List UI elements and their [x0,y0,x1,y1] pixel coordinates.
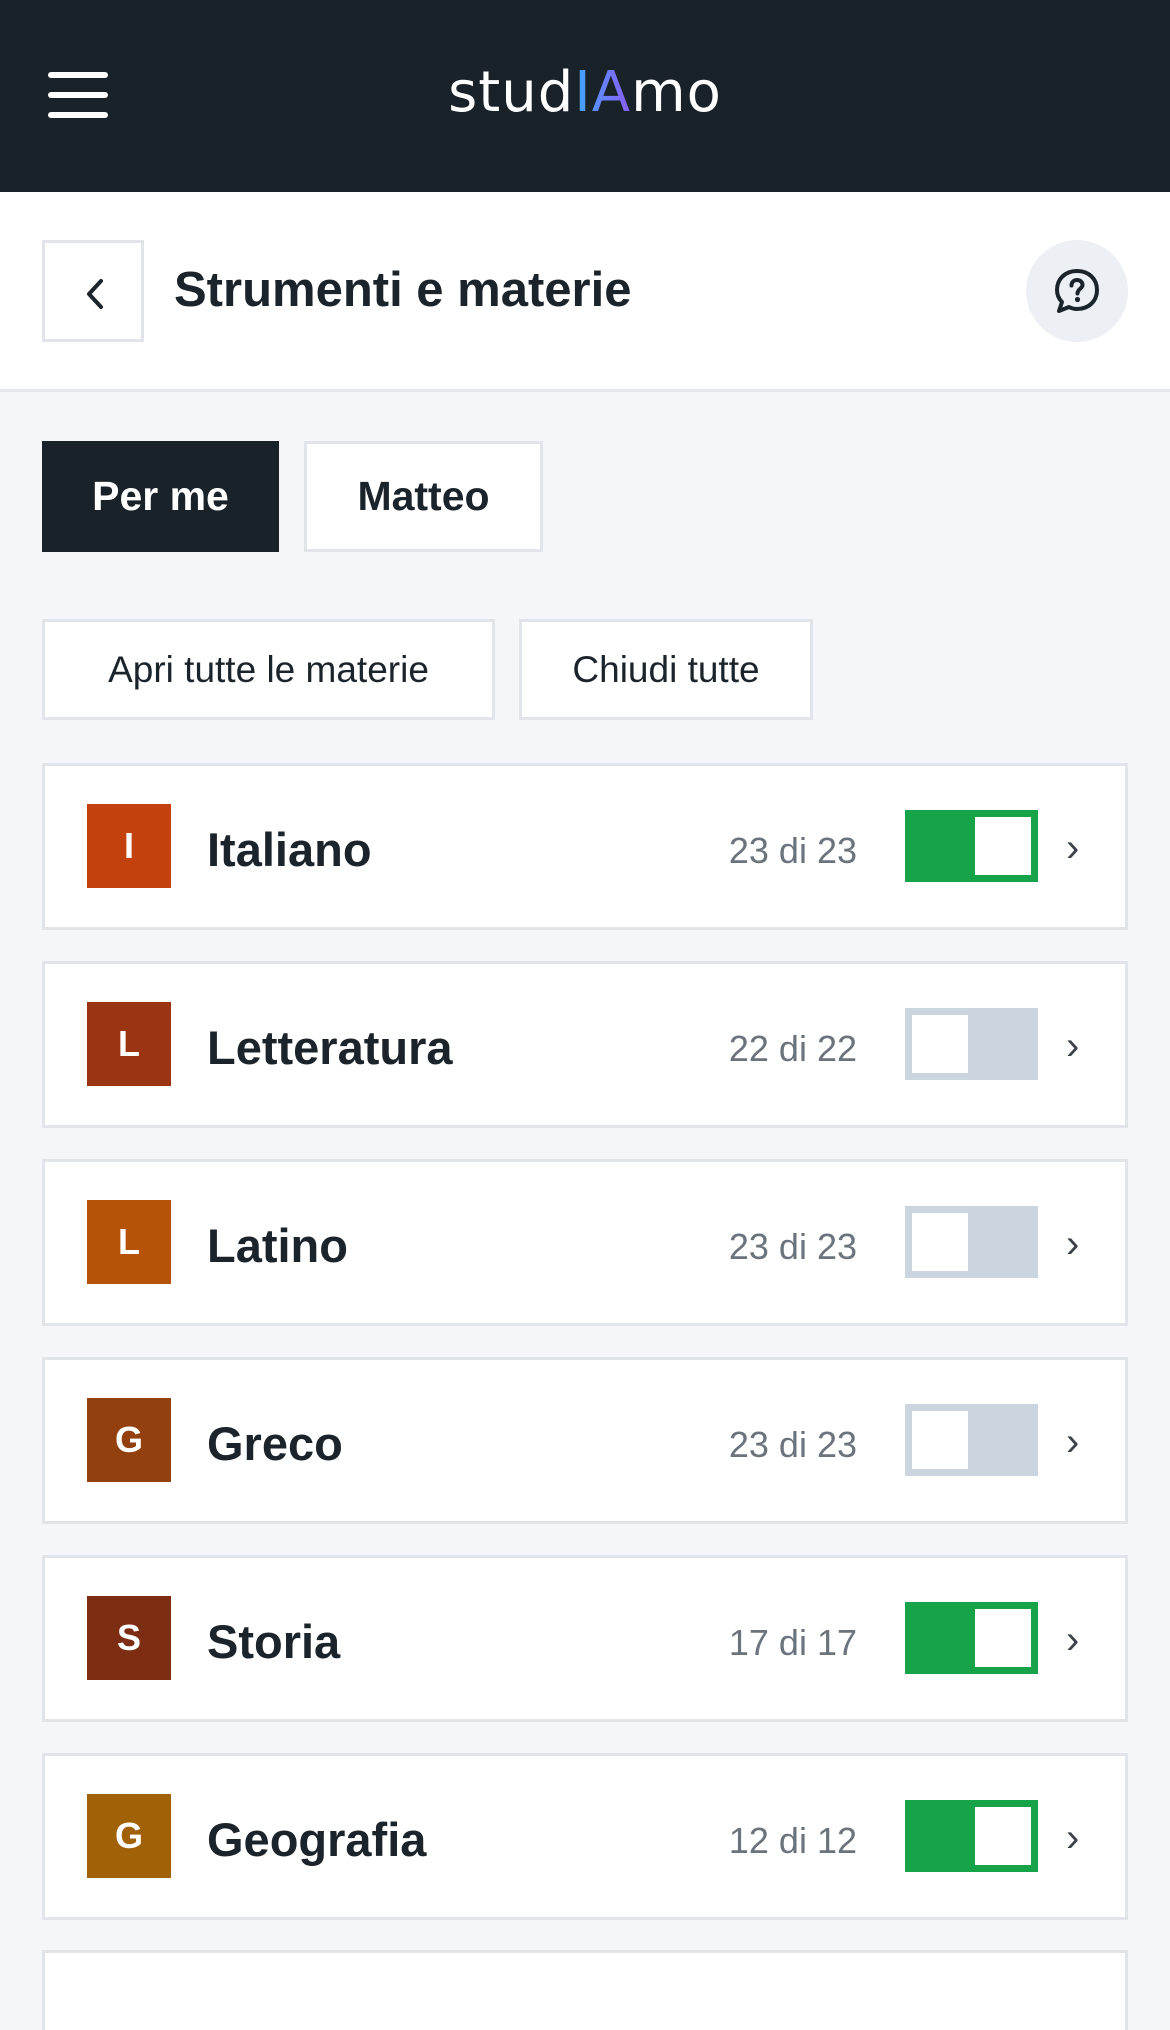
subject-badge: S [87,1596,171,1680]
subject-row-geografia[interactable]: G Geografia 12 di 12 › [42,1753,1128,1920]
chevron-right-icon[interactable]: › [1066,1222,1079,1267]
chevron-right-icon[interactable]: › [1066,826,1079,871]
subject-toggle[interactable] [905,1404,1038,1476]
chevron-right-icon[interactable]: › [1066,1816,1079,1861]
page-header: Strumenti e materie [0,192,1170,392]
subject-badge: G [87,1794,171,1878]
top-bar: studIAmo [0,0,1170,192]
chevron-right-icon[interactable]: › [1066,1618,1079,1663]
tab-per-me[interactable]: Per me [42,441,279,552]
chevron-right-icon[interactable]: › [1066,1420,1079,1465]
subject-count: 22 di 22 [728,1028,857,1069]
subject-name: Geografia [207,1813,427,1866]
toggle-knob [975,817,1031,875]
subject-count: 23 di 23 [728,1424,857,1465]
subject-row-letteratura[interactable]: L Letteratura 22 di 22 › [42,961,1128,1128]
subject-badge: G [87,1398,171,1482]
subject-count: 23 di 23 [728,830,857,871]
subject-count: 17 di 17 [728,1622,857,1663]
subject-badge: I [87,804,171,888]
subject-name: Italiano [207,823,372,876]
subject-name: Latino [207,1219,348,1272]
chevron-left-icon [87,279,103,309]
logo-prefix: stud [448,60,575,125]
subject-name: Greco [207,1417,343,1470]
subject-name: Letteratura [207,1021,453,1074]
subject-badge: L [87,1002,171,1086]
logo-highlight: IA [574,60,632,125]
subject-toggle[interactable] [905,1602,1038,1674]
subject-toggle[interactable] [905,810,1038,882]
subject-toggle[interactable] [905,1800,1038,1872]
help-button[interactable] [1026,240,1128,342]
subject-count: 23 di 23 [728,1226,857,1267]
toggle-knob [912,1213,968,1271]
subject-row-greco[interactable]: G Greco 23 di 23 › [42,1357,1128,1524]
open-all-subjects-button[interactable]: Apri tutte le materie [42,619,495,720]
subject-row-partial[interactable] [42,1950,1128,2030]
subject-row-italiano[interactable]: I Italiano 23 di 23 › [42,763,1128,930]
back-button[interactable] [42,240,144,342]
subject-badge: L [87,1200,171,1284]
tab-matteo[interactable]: Matteo [304,441,543,552]
subject-row-latino[interactable]: L Latino 23 di 23 › [42,1159,1128,1326]
close-all-subjects-button[interactable]: Chiudi tutte [519,619,813,720]
toggle-knob [975,1609,1031,1667]
subject-name: Storia [207,1615,341,1668]
question-bubble-icon [1055,269,1099,313]
subject-toggle[interactable] [905,1206,1038,1278]
toggle-knob [912,1411,968,1469]
toggle-knob [975,1807,1031,1865]
chevron-right-icon[interactable]: › [1066,1024,1079,1069]
logo-suffix: mo [631,60,722,125]
page-title: Strumenti e materie [174,263,632,317]
app-logo: studIAmo [0,60,1170,125]
toggle-knob [912,1015,968,1073]
subject-toggle[interactable] [905,1008,1038,1080]
subject-count: 12 di 12 [728,1820,857,1861]
subject-row-storia[interactable]: S Storia 17 di 17 › [42,1555,1128,1722]
